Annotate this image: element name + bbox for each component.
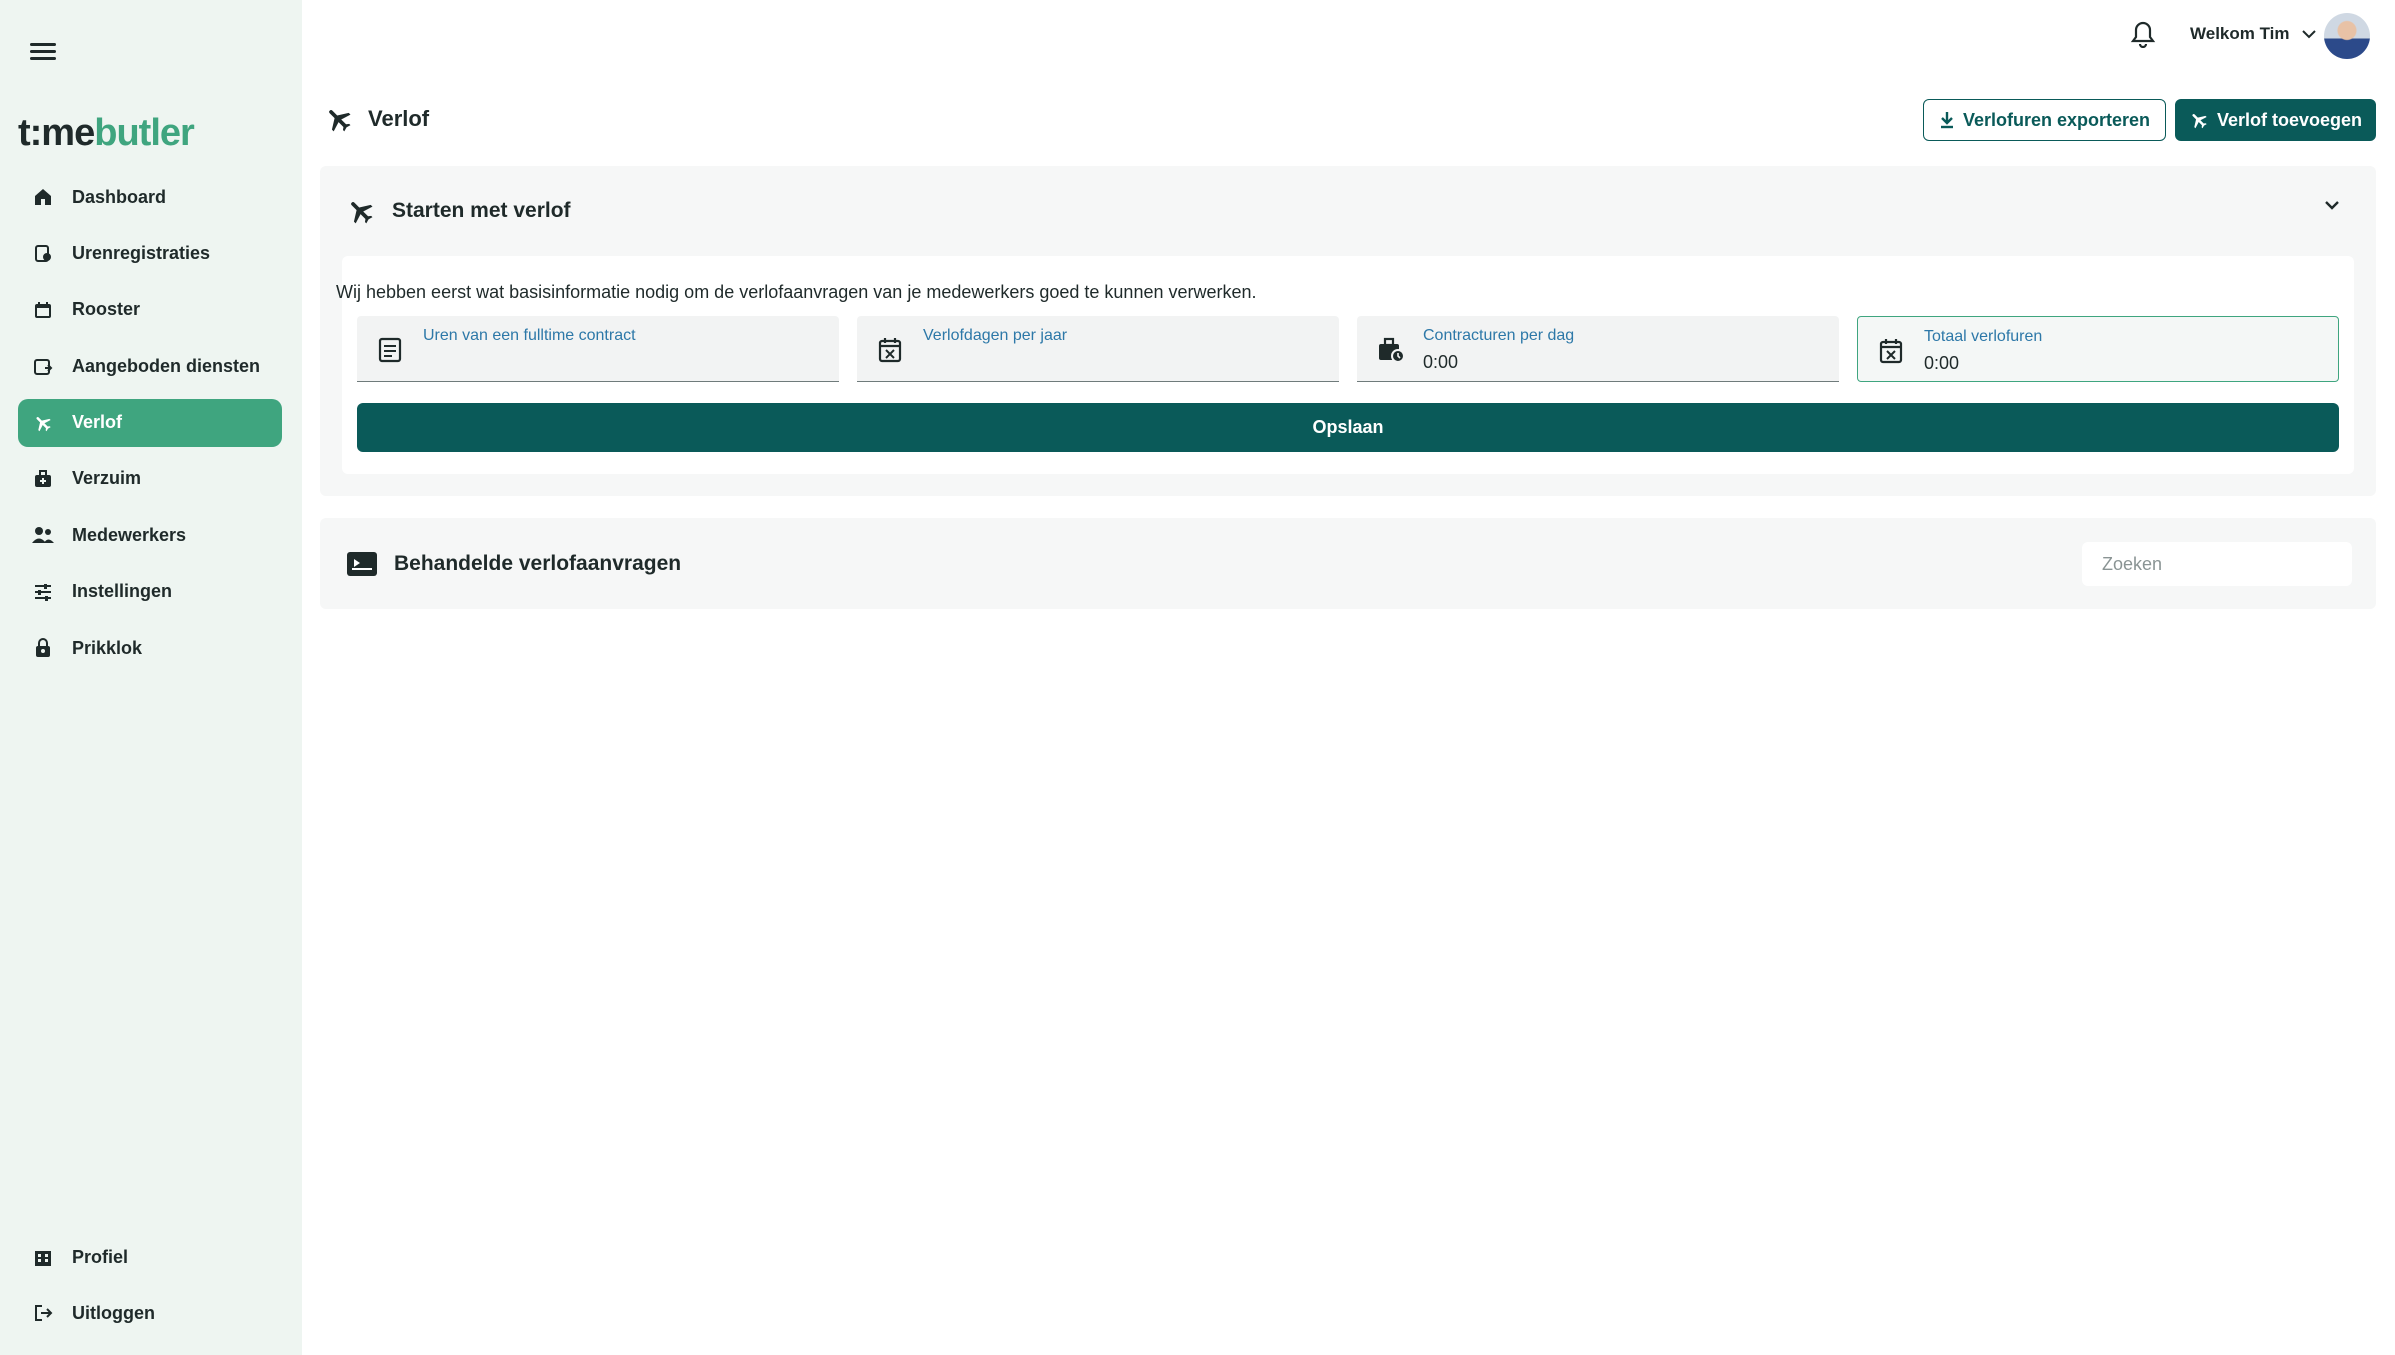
- sliders-icon: [32, 581, 54, 603]
- add-leave-button[interactable]: Verlof toevoegen: [2175, 99, 2376, 141]
- sidebar-item-dashboard[interactable]: Dashboard: [18, 173, 282, 221]
- ticket-plane-icon: [347, 552, 377, 576]
- panel-title: Starten met verlof: [392, 199, 571, 222]
- home-icon: [32, 186, 54, 208]
- chevron-down-icon[interactable]: [2323, 198, 2349, 224]
- lock-clock-icon: [32, 637, 54, 659]
- sidebar-item-instellingen[interactable]: Instellingen: [18, 568, 282, 616]
- time-register-icon: [32, 242, 54, 264]
- airplane-icon: [2192, 114, 2207, 129]
- avatar[interactable]: [2324, 13, 2370, 59]
- sidebar-item-aangeboden-diensten[interactable]: Aangeboden diensten: [18, 342, 282, 390]
- sidebar-nav: Dashboard Urenregistraties Rooster Aange…: [18, 173, 282, 681]
- sidebar-item-label: Verzuim: [72, 468, 142, 489]
- sidebar-item-label: Profiel: [72, 1246, 129, 1267]
- airplane-icon: [351, 202, 373, 224]
- fulltime-hours-field[interactable]: Uren van een fulltime contract: [357, 316, 839, 382]
- sidebar-item-label: Prikklok: [72, 637, 143, 658]
- welcome-text: Welkom Tim: [2190, 24, 2290, 43]
- document-icon: [377, 336, 405, 364]
- sidebar-item-medewerkers[interactable]: Medewerkers: [18, 511, 282, 559]
- sidebar-bottom-nav: Profiel Uitloggen: [18, 1233, 282, 1346]
- sidebar-item-urenregistraties[interactable]: Urenregistraties: [18, 229, 282, 277]
- panel-header: Behandelde verlofaanvragen: [346, 551, 681, 577]
- user-menu[interactable]: Welkom Tim: [2190, 24, 2316, 44]
- calendar-remove-icon: [877, 336, 905, 364]
- sidebar-item-label: Dashboard: [72, 186, 167, 207]
- bell-icon[interactable]: [2130, 20, 2160, 50]
- logout-icon: [32, 1302, 54, 1324]
- sidebar-item-verzuim[interactable]: Verzuim: [18, 455, 282, 503]
- sidebar-item-verlof[interactable]: Verlof: [18, 398, 282, 447]
- handled-requests-panel: Behandelde verlofaanvragen: [320, 518, 2376, 609]
- panel-header: Starten met verlof: [346, 196, 571, 226]
- calendar-offer-icon: [32, 355, 54, 377]
- calendar-remove-icon: [1878, 337, 1906, 365]
- page-title-text: Verlof: [368, 106, 430, 131]
- sidebar-item-prikklok[interactable]: Prikklok: [18, 624, 282, 672]
- sidebar: t:mebutler Dashboard Urenregistraties Ro…: [0, 0, 302, 1355]
- total-leave-hours-field[interactable]: Totaal verlofuren 0:00: [1857, 316, 2339, 382]
- briefcase-clock-icon: [1377, 336, 1405, 364]
- sidebar-item-profiel[interactable]: Profiel: [18, 1233, 282, 1281]
- leave-days-field[interactable]: Verlofdagen per jaar: [857, 316, 1339, 382]
- sidebar-item-rooster[interactable]: Rooster: [18, 286, 282, 334]
- sidebar-item-label: Uitloggen: [72, 1302, 155, 1323]
- people-icon: [32, 524, 54, 546]
- export-hours-button[interactable]: Verlofuren exporteren: [1923, 99, 2166, 141]
- medical-bag-icon: [32, 468, 54, 490]
- sidebar-item-uitloggen[interactable]: Uitloggen: [18, 1289, 282, 1337]
- calendar-icon: [32, 299, 54, 321]
- sidebar-item-label: Rooster: [72, 299, 141, 320]
- intro-text: Wij hebben eerst wat basisinformatie nod…: [336, 282, 1257, 302]
- save-button[interactable]: Opslaan: [357, 403, 2339, 452]
- logo: t:mebutler: [18, 112, 195, 154]
- sidebar-item-label: Urenregistraties: [72, 242, 211, 263]
- contract-hours-per-day-field[interactable]: Contracturen per dag 0:00: [1357, 316, 1839, 382]
- chevron-down-icon: [2301, 24, 2316, 44]
- sidebar-item-label: Verlof: [72, 412, 123, 433]
- menu-icon[interactable]: [30, 40, 56, 66]
- page-title: Verlof: [324, 104, 429, 134]
- airplane-icon: [32, 412, 54, 434]
- search-input[interactable]: [2082, 542, 2352, 586]
- download-icon: [1940, 112, 1953, 129]
- building-icon: [32, 1246, 54, 1268]
- sidebar-item-label: Aangeboden diensten: [72, 355, 261, 376]
- sidebar-item-label: Instellingen: [72, 581, 173, 602]
- sidebar-item-label: Medewerkers: [72, 524, 187, 545]
- panel-title: Behandelde verlofaanvragen: [394, 552, 682, 575]
- airplane-icon: [329, 110, 351, 132]
